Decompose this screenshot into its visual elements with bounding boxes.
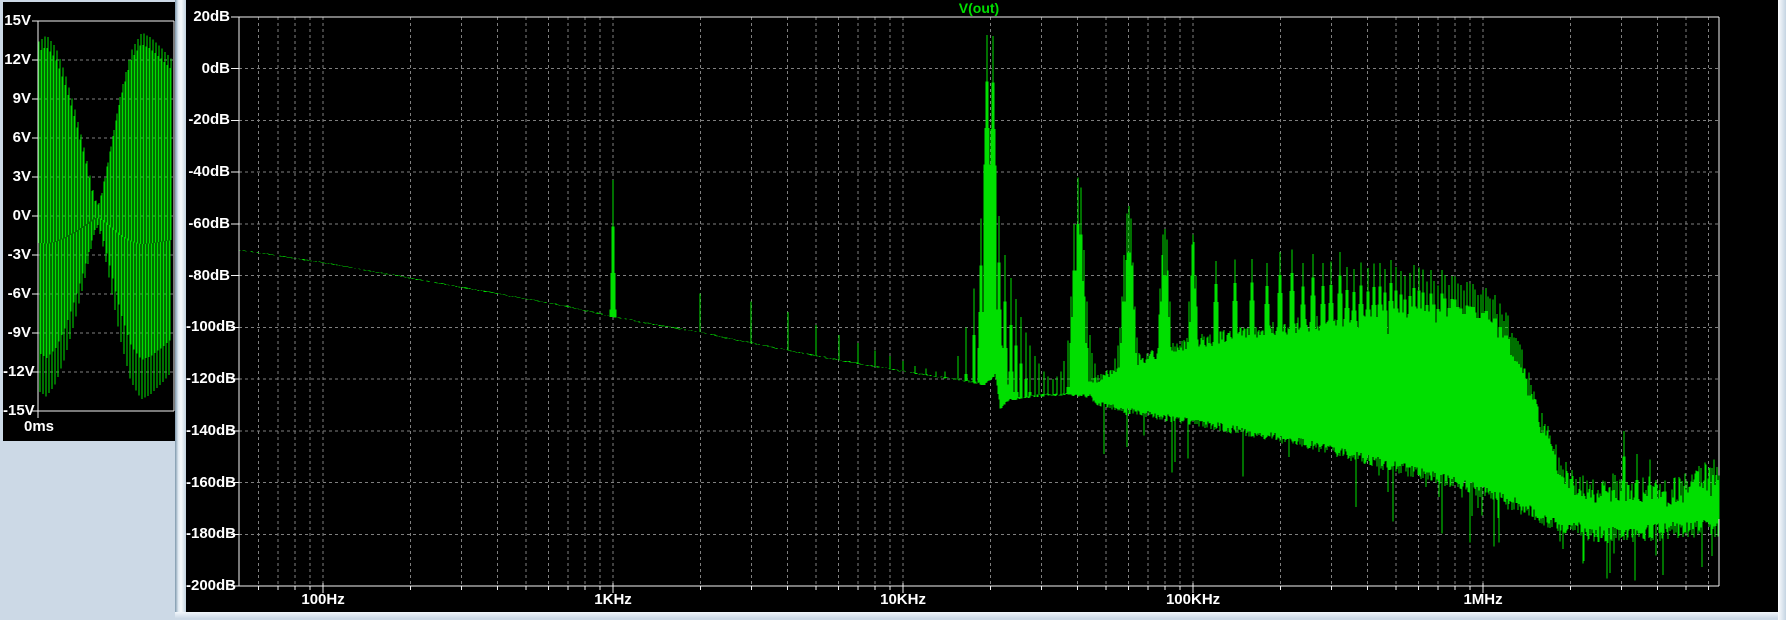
y-tick-label: 15V bbox=[4, 12, 31, 29]
y-tick-label: 6V bbox=[12, 129, 31, 146]
window-bottom-edge bbox=[175, 612, 1778, 620]
y-tick-label: -200dB bbox=[186, 577, 237, 594]
fft-pane[interactable]: V(out) 20dB 0dB -20dB -40dB -60dB -80dB -100dB… bbox=[186, 0, 1778, 612]
y-tick-label: -3V bbox=[7, 246, 31, 263]
y-tick-label: -160dB bbox=[186, 473, 237, 491]
y-tick-label: 20dB bbox=[193, 8, 230, 25]
y-tick-label: -6V bbox=[7, 285, 31, 302]
x-tick-label: 1MHz bbox=[1463, 591, 1503, 608]
y-tick-label: -40dB bbox=[188, 163, 230, 181]
x-tick-label: 100Hz bbox=[301, 591, 345, 608]
time-axis-start-label: 0ms bbox=[23, 418, 55, 435]
y-tick-label: -180dB bbox=[186, 525, 237, 543]
y-tick-label: -12V bbox=[3, 363, 35, 380]
x-tick-label: 100KHz bbox=[1165, 591, 1221, 608]
y-tick-label: -120dB bbox=[186, 370, 237, 388]
pane-splitter[interactable] bbox=[175, 0, 186, 620]
y-tick-label: -100dB bbox=[186, 318, 237, 336]
window-right-edge bbox=[1778, 0, 1786, 620]
ltspice-waveform-window: { "window": { "background": "#ccd9e6", "… bbox=[0, 0, 1786, 620]
time-domain-pane[interactable]: 15V 12V 9V 6V 3V 0V -3V -6V -9V -12V -15V 0ms bbox=[3, 2, 175, 441]
y-tick-label: 0dB bbox=[201, 59, 230, 77]
y-tick-label: -140dB bbox=[186, 421, 237, 439]
x-tick-label: 10KHz bbox=[880, 591, 926, 608]
y-tick-label: 12V bbox=[4, 51, 31, 68]
y-tick-label: 3V bbox=[12, 168, 31, 185]
y-tick-label: -9V bbox=[7, 324, 31, 341]
y-tick-label: 9V bbox=[12, 90, 31, 107]
y-tick-label: -80dB bbox=[188, 266, 230, 284]
y-tick-label: 0V bbox=[12, 207, 31, 224]
fft-plot[interactable] bbox=[186, 0, 1778, 612]
time-domain-trace bbox=[38, 33, 172, 400]
x-tick-label: 1KHz bbox=[594, 591, 632, 608]
y-tick-label: -20dB bbox=[188, 111, 230, 129]
y-tick-label: -15V bbox=[3, 402, 35, 419]
y-tick-label: -60dB bbox=[188, 214, 230, 232]
